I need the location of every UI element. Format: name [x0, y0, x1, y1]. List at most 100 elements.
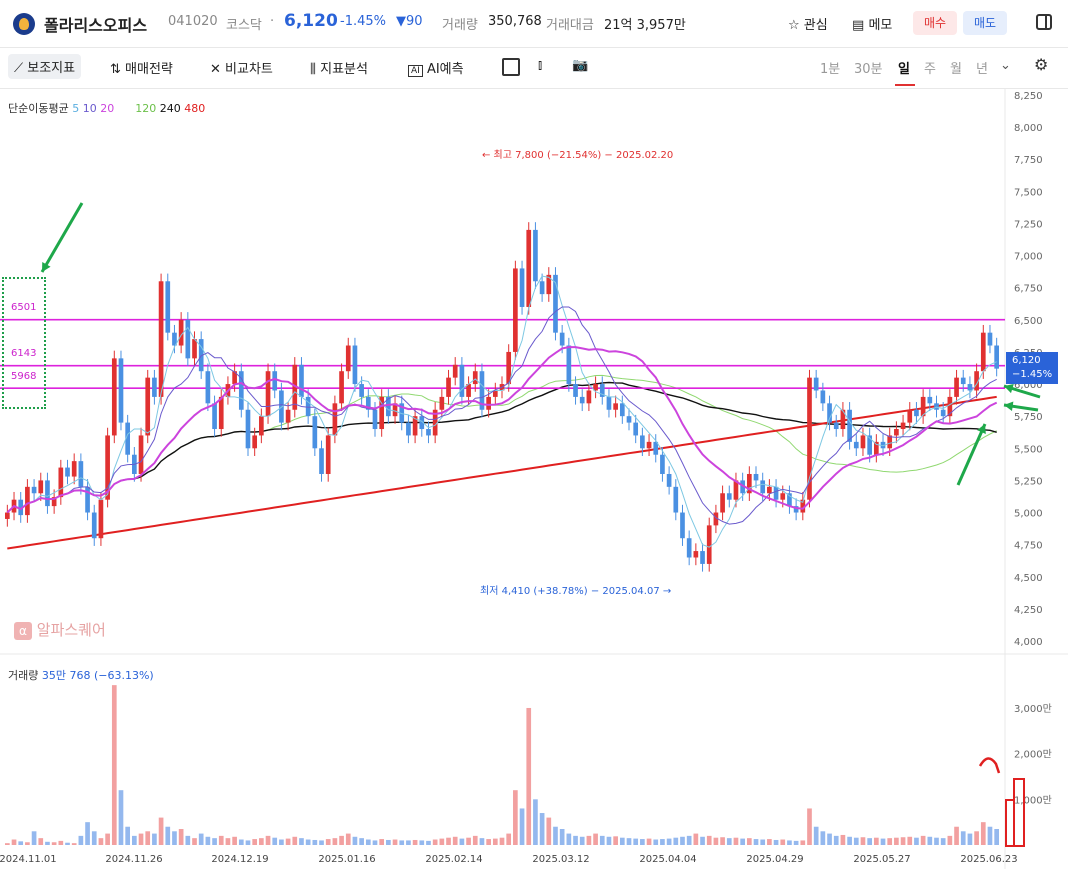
candle-body [352, 345, 358, 385]
candle-body [693, 551, 699, 558]
candle-body [345, 345, 351, 372]
ma5-label: 5 [72, 102, 80, 115]
candle-body [813, 377, 819, 391]
candle-body [111, 358, 117, 436]
volume-bar [586, 835, 592, 845]
volume-bar [526, 707, 532, 845]
volume-bar [345, 833, 351, 845]
x-tick-label: 2025.03.12 [532, 854, 589, 865]
volume-bar [887, 838, 893, 845]
y-tick-label: 7,750 [1014, 155, 1043, 166]
candle-body [78, 461, 84, 487]
volume-bar [325, 839, 331, 845]
candle-body [38, 480, 44, 494]
volume-bar [840, 834, 846, 845]
candle-body [720, 493, 725, 513]
volume-bar [31, 831, 37, 845]
candle-body [579, 396, 585, 404]
volume-bar [954, 826, 959, 845]
candle-body [807, 377, 812, 500]
candle-body [706, 525, 712, 564]
candle-body [559, 332, 565, 346]
volume-bar [827, 833, 832, 845]
volume-bar [807, 808, 812, 845]
volume-bar [867, 838, 872, 845]
volume-bar [646, 838, 652, 845]
volume-bar [238, 839, 244, 845]
x-tick-label: 2025.02.14 [425, 854, 482, 865]
volume-bar [980, 822, 986, 845]
candle-body [65, 467, 70, 477]
volume-bar [626, 838, 632, 845]
volume-bar [5, 843, 10, 845]
volume-bar [566, 833, 572, 845]
candle-body [98, 499, 104, 539]
volume-bar [359, 838, 364, 845]
x-tick-label: 2025.04.29 [746, 854, 803, 865]
volume-bar [967, 833, 973, 845]
level-highlight-box [2, 277, 46, 409]
candle-body [372, 409, 378, 430]
volume-bar [259, 838, 264, 845]
y-tick-label: 7,500 [1014, 187, 1043, 198]
volume-bar [158, 817, 164, 845]
volume-bar [914, 837, 919, 845]
volume-tick-label: 2,000만 [1014, 749, 1052, 761]
volume-bar [934, 837, 939, 845]
x-tick-label: 2024.12.19 [211, 854, 268, 865]
x-tick-label: 2025.04.04 [639, 854, 696, 865]
candle-body [533, 229, 538, 282]
volume-bar [673, 837, 679, 845]
volume-bar [292, 836, 298, 845]
candle-body [680, 512, 685, 539]
volume-bar [312, 839, 318, 845]
volume-bar [18, 841, 24, 845]
low-annotation: 최저 4,410 (+38.78%) − 2025.04.07 → [480, 586, 672, 597]
y-tick-label: 8,250 [1014, 91, 1043, 102]
volume-bar [894, 837, 899, 845]
candle-body [954, 377, 959, 397]
candle-body [519, 268, 525, 307]
volume-bar [352, 836, 358, 845]
candle-body [359, 384, 364, 397]
y-tick-label: 5,250 [1014, 476, 1043, 487]
candle-body [726, 493, 732, 500]
volume-bar [125, 826, 131, 845]
volume-bar [486, 839, 491, 845]
volume-bar [860, 837, 866, 845]
y-tick-label: 6,500 [1014, 316, 1043, 327]
candle-body [513, 268, 518, 352]
volume-bar [813, 826, 819, 845]
volume-bar [666, 838, 672, 845]
volume-bar [105, 833, 110, 845]
volume-bar [713, 837, 719, 845]
candle-body [459, 364, 465, 397]
volume-bar [459, 838, 465, 845]
candle-body [847, 409, 852, 442]
volume-bar [873, 837, 879, 845]
volume-bar [192, 838, 197, 845]
volume-bar [285, 838, 291, 845]
level-label-5968: 5968 [11, 371, 37, 382]
volume-bar [452, 836, 458, 845]
candle-body [927, 396, 933, 404]
volume-bar [78, 835, 84, 845]
candle-body [45, 480, 50, 507]
volume-bar [65, 842, 70, 845]
candle-body [673, 486, 679, 513]
volume-bar [820, 831, 826, 845]
volume-bar [472, 835, 478, 845]
volume-bar [974, 831, 979, 845]
candle-body [613, 403, 618, 410]
volume-bar [212, 838, 217, 845]
price-tag-percent: −1.45% [1012, 369, 1053, 380]
candle-body [272, 371, 278, 391]
candle-body [753, 473, 759, 481]
y-tick-label: 5,500 [1014, 444, 1043, 455]
ma-legend-label: 단순이동평균 [8, 102, 69, 115]
ma20-label: 20 [100, 102, 115, 115]
alphasquare-watermark: α 알파스퀘어 [14, 619, 106, 640]
volume-bar [880, 838, 886, 845]
price-chart[interactable]: 8,250 8,000 7,750 7,500 7,250 7,000 6,750 6,500… [0, 0, 1068, 869]
green-arrow-left [40, 202, 84, 273]
